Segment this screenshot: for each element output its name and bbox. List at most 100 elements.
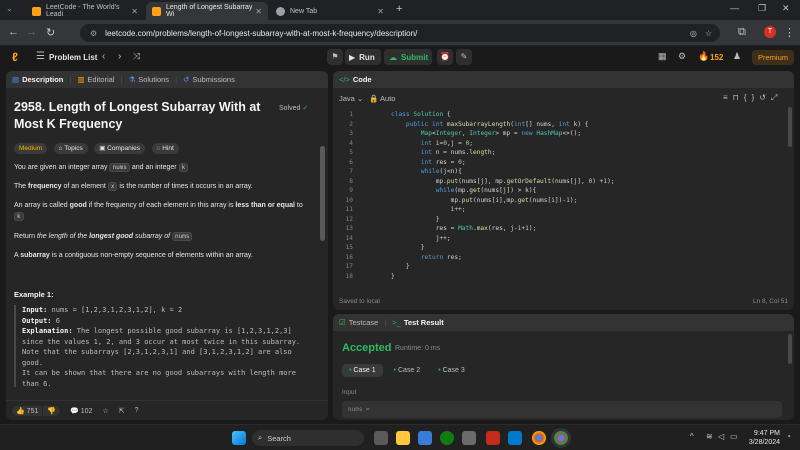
- photos-icon[interactable]: [418, 431, 432, 445]
- favorite-star-icon[interactable]: ☆: [102, 407, 108, 415]
- fullscreen-icon[interactable]: ⤢: [771, 93, 782, 102]
- tab-submissions[interactable]: Submissions: [192, 75, 235, 84]
- tray-chevron-up-icon[interactable]: ^: [690, 432, 694, 441]
- submit-button[interactable]: ☁ Submit: [384, 49, 432, 65]
- prev-problem-icon[interactable]: ‹: [102, 51, 105, 62]
- close-tab-icon[interactable]: ✕: [377, 7, 384, 16]
- clock[interactable]: 9:47 PM 3/28/2024: [748, 429, 780, 447]
- code-line[interactable]: 11 i++;: [333, 206, 788, 216]
- tab-test-result[interactable]: Test Result: [404, 318, 444, 327]
- tab-code[interactable]: Code: [353, 75, 372, 84]
- profile-avatar[interactable]: T: [764, 26, 776, 38]
- new-tab-button[interactable]: +: [396, 3, 402, 15]
- browser-tab[interactable]: New Tab ✕: [270, 2, 390, 20]
- chrome-active-icon[interactable]: [554, 431, 568, 445]
- shuffle-icon[interactable]: ⤨: [133, 51, 140, 62]
- code-line[interactable]: 12 }: [333, 216, 788, 226]
- help-icon[interactable]: ?: [135, 407, 139, 414]
- code-line[interactable]: 6 int res = 0;: [333, 159, 788, 169]
- app-icon[interactable]: [462, 431, 476, 445]
- timer-icon[interactable]: ⏰: [437, 49, 453, 65]
- dislike-button[interactable]: 👎: [43, 405, 61, 416]
- wifi-icon[interactable]: ≋: [706, 432, 713, 441]
- layout-icon[interactable]: ▦: [658, 51, 667, 62]
- tab-editorial[interactable]: Editorial: [87, 75, 114, 84]
- premium-button[interactable]: Premium: [752, 50, 794, 65]
- url-input[interactable]: ⚙ leetcode.com/problems/length-of-longes…: [80, 24, 720, 42]
- site-info-icon[interactable]: ⚙: [90, 29, 97, 38]
- menu-icon[interactable]: ⋮: [784, 26, 795, 39]
- code-line[interactable]: 1 class Solution {: [333, 111, 788, 121]
- case-tab[interactable]: • Case 2: [387, 364, 428, 377]
- hide-icon[interactable]: ◎: [690, 29, 697, 38]
- code-line[interactable]: 16 return res;: [333, 254, 788, 264]
- problem-list-link[interactable]: Problem List: [49, 53, 97, 62]
- app-red-icon[interactable]: [486, 431, 500, 445]
- volume-icon[interactable]: ◁: [718, 432, 724, 441]
- vscode-icon[interactable]: [508, 431, 522, 445]
- language-select[interactable]: Java ⌄: [339, 94, 363, 103]
- avatar[interactable]: ♟: [733, 51, 741, 62]
- browser-tab-active[interactable]: Length of Longest Subarray Wi ✕: [146, 2, 268, 20]
- code-line[interactable]: 7 while(j<n){: [333, 168, 788, 178]
- code-line[interactable]: 3 Map<Integer, Integer> mp = new HashMap…: [333, 130, 788, 140]
- tab-testcase[interactable]: Testcase: [349, 318, 379, 327]
- braces-icon[interactable]: {}: [744, 93, 759, 102]
- code-line[interactable]: 8 mp.put(nums[j], mp.getOrDefault(nums[j…: [333, 178, 788, 188]
- share-icon[interactable]: ⇱: [119, 407, 125, 415]
- reset-icon[interactable]: ↺: [759, 93, 771, 102]
- close-tab-icon[interactable]: ✕: [131, 7, 138, 16]
- battery-icon[interactable]: ▭: [730, 432, 738, 441]
- settings-gear-icon[interactable]: ⚙: [678, 51, 686, 62]
- browser-tab[interactable]: LeetCode - The World's Leadi ✕: [26, 2, 144, 20]
- code-line[interactable]: 4 int i=0,j = 0;: [333, 140, 788, 150]
- close-tab-icon[interactable]: ✕: [255, 7, 262, 16]
- windows-start-icon[interactable]: [232, 431, 246, 445]
- minimize-icon[interactable]: —: [730, 3, 739, 13]
- notes-icon[interactable]: ✎: [456, 49, 472, 65]
- run-button[interactable]: ▶ Run: [345, 49, 381, 65]
- file-explorer-icon[interactable]: [396, 431, 410, 445]
- format-icon[interactable]: ≡: [723, 93, 733, 102]
- companies-chip[interactable]: ▣ Companies: [94, 143, 146, 154]
- hint-chip[interactable]: ◌ Hint: [151, 143, 179, 154]
- code-line[interactable]: 10 mp.put(nums[i],mp.get(nums[i])-1);: [333, 197, 788, 207]
- code-line[interactable]: 14 j++;: [333, 235, 788, 245]
- tab-search-icon[interactable]: ⌄: [6, 4, 18, 16]
- problem-list-icon[interactable]: ☰: [36, 51, 45, 62]
- case-tab[interactable]: • Case 3: [431, 364, 472, 377]
- description-scrollbar[interactable]: [320, 146, 325, 241]
- code-line[interactable]: 15 }: [333, 244, 788, 254]
- comments-button[interactable]: 💬 102: [70, 407, 92, 415]
- tab-description[interactable]: Description: [22, 75, 63, 84]
- taskbar-search[interactable]: ⌕ Search: [252, 430, 364, 446]
- case-tab-active[interactable]: • Case 1: [342, 364, 383, 377]
- leetcode-logo-icon[interactable]: ℓ: [12, 51, 22, 64]
- test-scrollbar[interactable]: [788, 334, 792, 364]
- bookmark-star-icon[interactable]: ☆: [705, 29, 712, 38]
- chrome-icon[interactable]: [532, 431, 546, 445]
- code-line[interactable]: 5 int n = nums.length;: [333, 149, 788, 159]
- code-line[interactable]: 17 }: [333, 263, 788, 273]
- tab-solutions[interactable]: Solutions: [138, 75, 169, 84]
- forward-icon[interactable]: →: [26, 26, 37, 38]
- code-line[interactable]: 18}: [333, 273, 788, 283]
- restore-icon[interactable]: ❐: [758, 3, 766, 14]
- code-editor[interactable]: 1 class Solution {2 public int maxSubarra…: [333, 111, 788, 291]
- notification-bell-icon[interactable]: ◔: [786, 432, 791, 441]
- like-button[interactable]: 👍 751: [12, 405, 43, 416]
- code-line[interactable]: 13 res = Math.max(res, j-i+1);: [333, 225, 788, 235]
- code-line[interactable]: 9 while(mp.get(nums[j]) > k){: [333, 187, 788, 197]
- editor-scrollbar[interactable]: [788, 107, 792, 147]
- xbox-icon[interactable]: [440, 431, 454, 445]
- next-problem-icon[interactable]: ›: [118, 51, 121, 62]
- debug-icon[interactable]: ⚑: [327, 49, 343, 65]
- reload-icon[interactable]: ↻: [46, 26, 55, 39]
- bookmark-icon[interactable]: ⊓: [733, 93, 744, 102]
- code-line[interactable]: 2 public int maxSubarrayLength(int[] num…: [333, 121, 788, 131]
- close-window-icon[interactable]: ✕: [782, 3, 790, 14]
- extensions-icon[interactable]: ⧉: [738, 26, 746, 39]
- auto-mode[interactable]: 🔒 Auto: [369, 94, 395, 103]
- back-icon[interactable]: ←: [8, 26, 19, 38]
- topics-chip[interactable]: ⌂ Topics: [53, 143, 88, 154]
